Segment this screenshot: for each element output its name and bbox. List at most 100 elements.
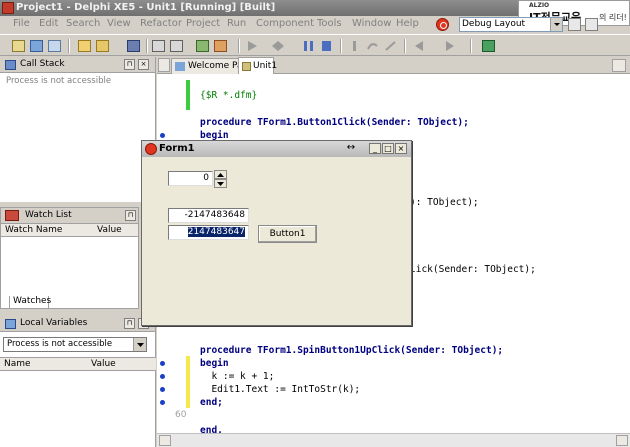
run-icon[interactable] xyxy=(246,40,259,52)
remove-from-project-icon[interactable] xyxy=(214,40,227,52)
desktop-layout-value: Debug Layout xyxy=(462,19,526,29)
menu-help[interactable]: Help xyxy=(396,18,419,29)
watch-list-title: Watch List xyxy=(25,210,72,220)
form1-window[interactable]: Form1 ↔ _ □ × 0 -2147483648 2147483647 B… xyxy=(141,140,412,326)
minimize-icon[interactable]: _ xyxy=(369,143,381,154)
name-column[interactable]: Name xyxy=(4,359,31,369)
watch-value-column[interactable]: Value xyxy=(97,225,122,235)
stop-icon[interactable] xyxy=(320,40,333,52)
set-debug-desktop-icon[interactable] xyxy=(585,18,598,31)
call-stack-icon xyxy=(5,60,16,70)
menu-edit[interactable]: Edit xyxy=(39,18,58,29)
code-line: ): TObject); xyxy=(410,197,479,208)
code-line: procedure TForm1.SpinButton1UpClick(Send… xyxy=(200,345,504,356)
chevron-down-icon[interactable] xyxy=(550,18,562,31)
breakpoint-dot-icon[interactable] xyxy=(160,374,165,379)
edit1-value: -2147483648 xyxy=(184,210,245,220)
pin-icon[interactable]: ⊓ xyxy=(124,59,135,70)
button1[interactable]: Button1 xyxy=(258,225,317,243)
run-to-cursor-icon[interactable] xyxy=(384,40,397,52)
line-number: 60 xyxy=(175,410,187,420)
close-all-icon[interactable] xyxy=(170,40,183,52)
open-project-icon[interactable] xyxy=(96,40,109,52)
menu-file[interactable]: File xyxy=(13,18,30,29)
new-unit-icon[interactable] xyxy=(48,40,61,52)
menu-window[interactable]: Window xyxy=(352,18,391,29)
local-variables-icon xyxy=(5,319,16,329)
tab-watches[interactable]: Watches xyxy=(9,296,51,309)
code-line: Edit1.Text := IntToStr(k); xyxy=(200,384,361,395)
advert-sub: 의 리더! xyxy=(599,13,627,22)
unit-file-icon xyxy=(242,62,251,71)
edit2-value: 2147483647 xyxy=(187,227,245,237)
new-items-icon[interactable] xyxy=(12,40,25,52)
add-to-project-icon[interactable] xyxy=(196,40,209,52)
close-icon[interactable]: × xyxy=(138,59,149,70)
open-icon[interactable] xyxy=(78,40,91,52)
save-desktop-icon[interactable] xyxy=(568,18,581,31)
menu-tools[interactable]: Tools xyxy=(317,18,342,29)
main-toolbar xyxy=(0,34,630,56)
horizontal-scrollbar[interactable] xyxy=(157,433,630,447)
tab-welcome-page[interactable]: Welcome Page xyxy=(171,58,254,74)
delphi-app-icon xyxy=(2,2,14,14)
tab-menu-icon[interactable] xyxy=(612,59,626,72)
watch-list-icon xyxy=(5,210,19,221)
breakpoint-dot-icon[interactable] xyxy=(160,387,165,392)
code-line: begin xyxy=(200,358,229,369)
form1-caption[interactable]: Form1 ↔ _ □ × xyxy=(142,141,411,157)
pin-icon[interactable]: ⊓ xyxy=(124,318,135,329)
tab-unit1[interactable]: Unit1 xyxy=(238,57,277,74)
component-palette-icon[interactable] xyxy=(482,40,495,52)
menu-project[interactable]: Project xyxy=(186,18,220,29)
local-variables-panel: Local Variables ⊓ × Process is not acces… xyxy=(0,316,156,447)
watch-name-column[interactable]: Watch Name xyxy=(5,225,62,235)
spin-edit[interactable]: 0 xyxy=(168,171,213,186)
close-icon[interactable]: × xyxy=(395,143,407,154)
edit2-field[interactable]: 2147483647 xyxy=(168,225,249,240)
process-select-value: Process is not accessible xyxy=(7,339,113,349)
editor-tab-strip: Welcome Page Unit1 xyxy=(157,57,630,74)
menu-view[interactable]: View xyxy=(107,18,131,29)
resize-arrows-icon[interactable]: ↔ xyxy=(345,143,357,154)
forward-icon[interactable] xyxy=(442,40,455,52)
scroll-right-icon[interactable] xyxy=(616,435,628,446)
welcome-page-icon xyxy=(175,62,185,71)
save-icon[interactable] xyxy=(127,40,140,52)
edit1-field[interactable]: -2147483648 xyxy=(168,208,249,223)
menu-refactor[interactable]: Refactor xyxy=(140,18,182,29)
scroll-left-icon[interactable] xyxy=(159,435,171,446)
spin-up-icon[interactable] xyxy=(214,170,227,179)
breakpoint-dot-icon[interactable] xyxy=(160,361,165,366)
call-stack-panel: Call Stack ⊓ × Process is not accessible xyxy=(0,57,156,202)
call-stack-title: Call Stack xyxy=(20,59,65,69)
code-line: procedure TForm1.Button1Click(Sender: TO… xyxy=(200,117,469,128)
trace-into-icon[interactable] xyxy=(348,40,361,52)
tab-list-icon[interactable] xyxy=(158,58,170,72)
breakpoint-dot-icon[interactable] xyxy=(160,133,165,138)
breakpoint-dot-icon[interactable] xyxy=(160,400,165,405)
menu-run[interactable]: Run xyxy=(227,18,246,29)
pin-icon[interactable]: ⊓ xyxy=(125,210,136,221)
watch-list-header: Watch Name Value xyxy=(1,224,138,237)
step-into-icon[interactable] xyxy=(366,40,379,52)
new-form-icon[interactable] xyxy=(30,40,43,52)
form1-title: Form1 xyxy=(159,143,195,154)
desktop-layout-select[interactable]: Debug Layout xyxy=(459,17,563,32)
program-reset-icon[interactable] xyxy=(436,18,449,31)
maximize-icon[interactable]: □ xyxy=(382,143,394,154)
value-column[interactable]: Value xyxy=(91,359,116,369)
step-over-icon[interactable] xyxy=(272,40,285,52)
spin-edit-value: 0 xyxy=(203,173,209,183)
watch-list-panel: Watch List ⊓ Watch Name Value Watches xyxy=(0,207,139,309)
process-select[interactable]: Process is not accessible xyxy=(3,337,147,352)
pause-icon[interactable] xyxy=(302,40,315,52)
chevron-down-icon[interactable] xyxy=(133,338,146,351)
save-all-icon[interactable] xyxy=(152,40,165,52)
modified-line-marker xyxy=(186,80,190,110)
back-icon[interactable] xyxy=(414,40,427,52)
menu-component[interactable]: Component xyxy=(256,18,314,29)
spin-button[interactable] xyxy=(214,170,227,188)
spin-down-icon[interactable] xyxy=(214,179,227,188)
menu-search[interactable]: Search xyxy=(66,18,100,29)
